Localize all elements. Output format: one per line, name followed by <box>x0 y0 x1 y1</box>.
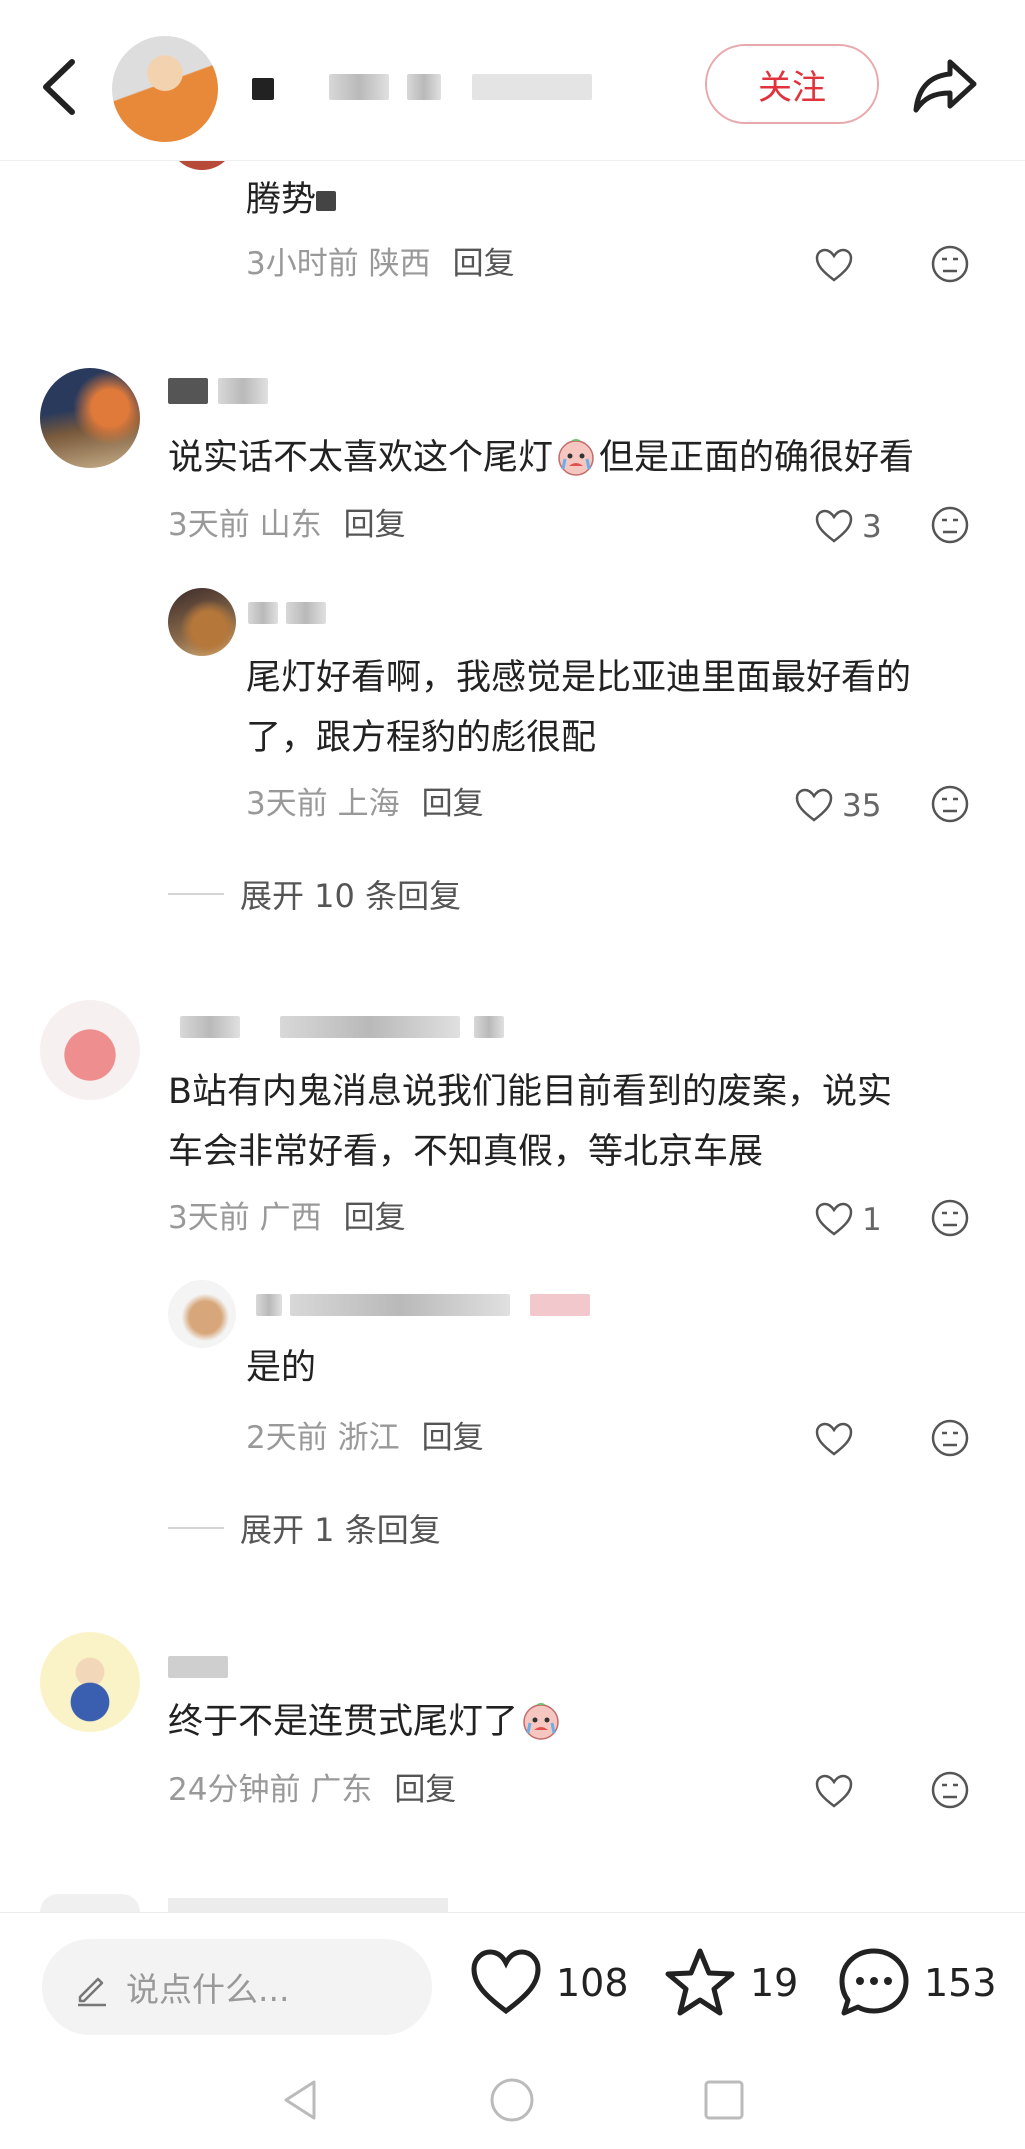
reply-button[interactable]: 回复 <box>344 507 406 543</box>
divider <box>168 1527 224 1529</box>
top-bar: 关注 <box>0 0 1025 161</box>
avatar[interactable] <box>40 1632 140 1732</box>
comment-meta: 24分钟前 广东 回复 <box>168 1772 457 1808</box>
expand-replies-button[interactable]: 展开 10 条回复 <box>168 872 461 916</box>
comment-text: 腾势 <box>246 170 337 230</box>
username-blurred[interactable] <box>168 1652 228 1688</box>
comment-bubble-icon <box>839 1948 909 2016</box>
comment-input[interactable]: 说点什么... <box>42 1939 432 2035</box>
like-count: 1 <box>862 1202 882 1238</box>
heart-icon <box>815 509 853 543</box>
avatar[interactable] <box>168 588 236 656</box>
like-button[interactable]: 1 <box>814 1198 882 1242</box>
comment-meta: 2天前 浙江 回复 <box>246 1420 484 1456</box>
dislike-icon[interactable] <box>930 505 970 545</box>
share-button[interactable] <box>910 48 982 120</box>
like-button[interactable]: 35 <box>794 784 881 828</box>
comment-text: B站有内鬼消息说我们能目前看到的废案，说实 车会非常好看，不知真假，等北京车展 <box>168 1072 893 1172</box>
like-button[interactable] <box>814 244 854 288</box>
nav-back-icon[interactable] <box>276 2076 324 2124</box>
reply-button[interactable]: 回复 <box>453 246 515 282</box>
crying-emoji-icon <box>558 439 594 476</box>
like-button[interactable]: 3 <box>814 505 882 549</box>
author-avatar[interactable] <box>112 36 218 142</box>
dislike-icon[interactable] <box>930 244 970 284</box>
username-blurred[interactable] <box>248 598 326 634</box>
pencil-icon <box>78 1977 106 2007</box>
comment-text: 说实话不太喜欢这个尾灯 但是正面的确很好看 <box>168 428 914 488</box>
nav-recents-icon[interactable] <box>700 2076 748 2124</box>
share-icon <box>913 59 977 113</box>
comment-text: 终于不是连贯式尾灯了 <box>168 1692 564 1752</box>
comment-meta: 3天前 上海 回复 <box>246 786 484 822</box>
like-button[interactable] <box>814 1770 854 1814</box>
comment-text: 是的 <box>246 1348 317 1388</box>
comment-meta: 3天前 广西 回复 <box>168 1200 406 1236</box>
like-count: 35 <box>842 788 882 824</box>
dislike-icon[interactable] <box>930 1198 970 1238</box>
bottom-action-bar: 说点什么... 108 19 153 <box>0 1912 1025 2053</box>
avatar[interactable] <box>40 1000 140 1100</box>
nav-home-icon[interactable] <box>488 2076 536 2124</box>
comment-meta: 3小时前 陕西 回复 <box>246 246 515 282</box>
crying-emoji-icon <box>523 1703 559 1740</box>
chevron-left-icon <box>43 59 75 115</box>
heart-icon <box>815 248 853 282</box>
reply-button[interactable]: 回复 <box>344 1200 406 1236</box>
system-nav-bar <box>0 2052 1025 2149</box>
username-blurred[interactable] <box>168 378 268 414</box>
dislike-icon[interactable] <box>930 784 970 824</box>
back-button[interactable] <box>30 52 90 122</box>
username-blurred[interactable] <box>256 1290 590 1326</box>
star-icon <box>665 1948 735 2016</box>
username-blurred[interactable] <box>168 1898 448 1912</box>
comment-meta: 3天前 山东 回复 <box>168 507 406 543</box>
avatar[interactable] <box>40 1894 140 1912</box>
heart-icon <box>815 1774 853 1808</box>
star-count: 19 <box>750 1961 799 2005</box>
comments-button[interactable]: 153 <box>836 1943 997 2023</box>
reply-button[interactable]: 回复 <box>422 786 484 822</box>
reply-button[interactable]: 回复 <box>394 1772 456 1808</box>
favorite-button[interactable]: 19 <box>662 1943 798 2023</box>
author-name-blurred[interactable] <box>252 58 593 106</box>
username-blurred[interactable] <box>180 1012 504 1048</box>
dislike-icon[interactable] <box>930 1770 970 1810</box>
dislike-icon[interactable] <box>930 1418 970 1458</box>
like-post-button[interactable]: 108 <box>468 1943 629 2023</box>
divider <box>168 893 224 895</box>
avatar[interactable] <box>168 1280 236 1348</box>
avatar[interactable] <box>40 368 140 468</box>
comment-text: 尾灯好看啊，我感觉是比亚迪里面最好看的 了，跟方程豹的彪很配 <box>246 658 912 758</box>
comment-count: 153 <box>924 1961 997 2005</box>
follow-button[interactable]: 关注 <box>705 44 879 124</box>
heart-icon <box>795 788 833 822</box>
expand-replies-button[interactable]: 展开 1 条回复 <box>168 1506 441 1550</box>
like-count: 3 <box>862 509 882 545</box>
like-count: 108 <box>556 1961 629 2005</box>
like-button[interactable] <box>814 1418 854 1462</box>
heart-icon <box>471 1949 541 2015</box>
heart-icon <box>815 1422 853 1456</box>
heart-icon <box>815 1202 853 1236</box>
reply-button[interactable]: 回复 <box>422 1420 484 1456</box>
